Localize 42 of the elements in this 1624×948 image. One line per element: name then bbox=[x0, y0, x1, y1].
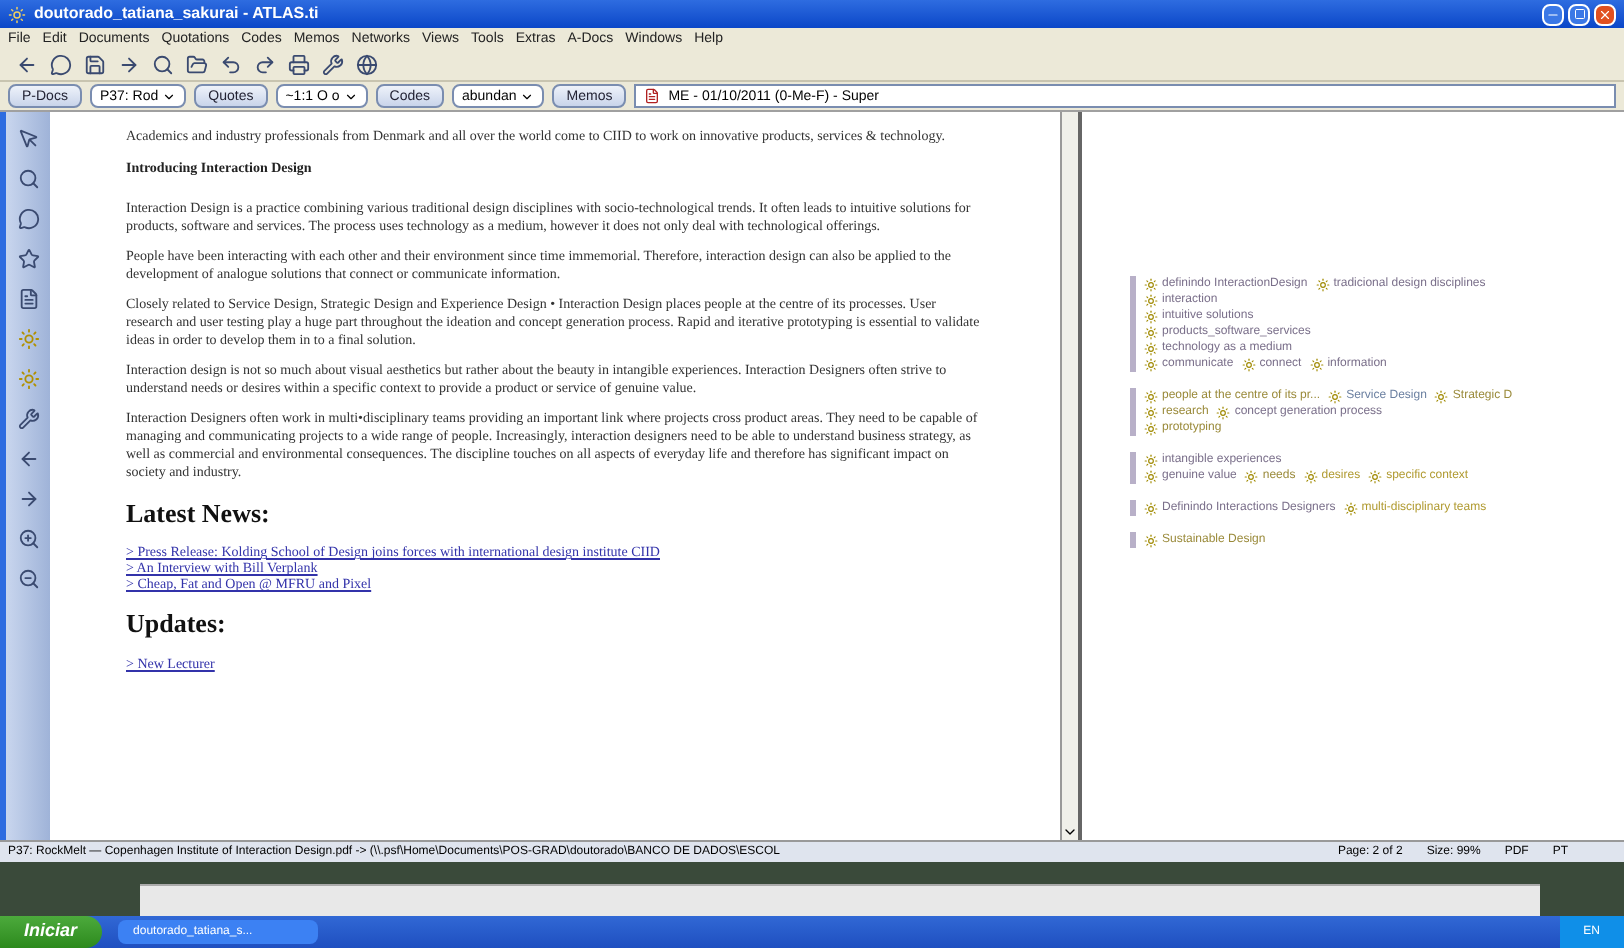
arrow-icon[interactable] bbox=[17, 448, 39, 470]
search-icon[interactable] bbox=[152, 54, 174, 76]
pointer-icon[interactable] bbox=[17, 128, 39, 150]
bracket-bar bbox=[1130, 276, 1136, 372]
maximize-button[interactable] bbox=[1568, 3, 1590, 25]
zoom-in-icon[interactable] bbox=[17, 528, 39, 550]
redo-icon[interactable] bbox=[254, 54, 276, 76]
memo-icon bbox=[644, 88, 661, 104]
back-icon[interactable] bbox=[16, 54, 38, 76]
bracket-bar bbox=[1130, 388, 1136, 436]
wrench-icon[interactable] bbox=[322, 54, 344, 76]
scroll-down-icon[interactable] bbox=[1062, 824, 1078, 840]
heading: Latest News: bbox=[126, 495, 272, 531]
start-button[interactable]: Iniciar bbox=[0, 916, 102, 948]
search-icon[interactable] bbox=[17, 168, 39, 190]
zoom-out-icon[interactable] bbox=[17, 568, 39, 590]
undo-icon[interactable] bbox=[220, 54, 242, 76]
folder-icon[interactable] bbox=[186, 54, 208, 76]
globe-icon[interactable] bbox=[356, 54, 378, 76]
close-icon bbox=[1598, 7, 1612, 21]
app-icon bbox=[8, 5, 26, 23]
caret-icon bbox=[343, 89, 358, 103]
arrow-icon[interactable] bbox=[17, 488, 39, 510]
window-title: doutorado_tatiana_sakurai - ATLAS.ti bbox=[34, 2, 319, 26]
caret-icon bbox=[162, 89, 177, 103]
document-icon[interactable] bbox=[17, 288, 39, 310]
wrench-icon[interactable] bbox=[17, 408, 39, 430]
close-button[interactable] bbox=[1594, 3, 1616, 25]
speech-bubble-icon[interactable] bbox=[50, 54, 72, 76]
printer-icon[interactable] bbox=[288, 54, 310, 76]
caret-icon bbox=[520, 89, 535, 103]
heading: Updates: bbox=[126, 606, 228, 642]
save-icon[interactable] bbox=[84, 54, 106, 76]
arrow-icon[interactable] bbox=[118, 54, 140, 76]
maximize-icon bbox=[1573, 8, 1585, 20]
bracket-bar bbox=[1130, 500, 1136, 516]
minimize-button[interactable] bbox=[1542, 3, 1564, 25]
scrollbar[interactable] bbox=[1060, 112, 1078, 840]
speech-bubble-icon[interactable] bbox=[17, 208, 39, 230]
bracket-bar bbox=[1130, 452, 1136, 484]
star-icon[interactable] bbox=[17, 248, 39, 270]
bracket-bar bbox=[1130, 532, 1136, 548]
